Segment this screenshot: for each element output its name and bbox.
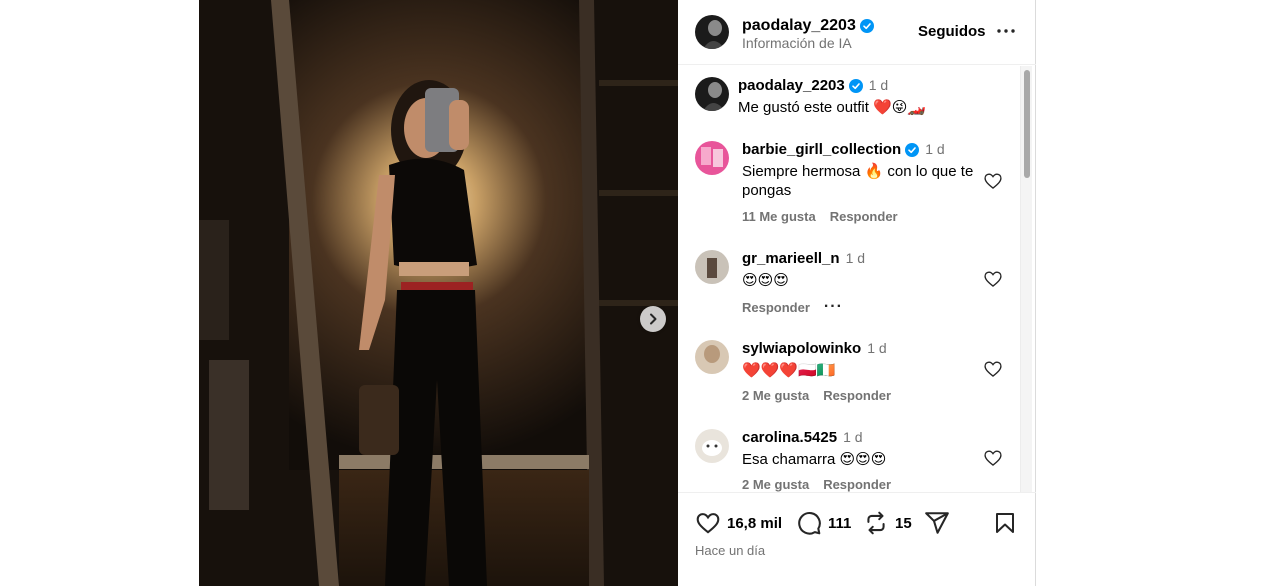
comment-item: gr_marieell_n 1 d 😍😍😍 Responder ··· (678, 250, 1018, 320)
heart-icon[interactable] (983, 448, 1003, 468)
repost-count[interactable]: 15 (895, 515, 912, 532)
share-button[interactable] (924, 510, 950, 536)
verified-badge-icon (848, 78, 863, 93)
share-icon (925, 512, 949, 534)
caption-text: Me gustó este outfit ❤️😜🏎️ (738, 99, 927, 116)
post-photo[interactable] (199, 0, 678, 586)
author-avatar[interactable] (695, 77, 729, 111)
caption-item: paodalay_2203 1 d Me gustó este outfit ❤… (678, 77, 1018, 127)
caption-time: 1 d (868, 77, 889, 93)
commenter-username[interactable]: barbie_girll_collection (742, 141, 920, 158)
reply-button[interactable]: Responder (830, 209, 898, 224)
comment-icon (798, 512, 821, 535)
more-options-icon (997, 29, 1015, 33)
comment-time: 1 d (867, 340, 887, 356)
commenter-avatar[interactable] (695, 340, 729, 374)
like-button[interactable]: 16,8 mil (695, 510, 782, 536)
post-actions-bar: 16,8 mil 111 15 Hace un día (678, 492, 1036, 586)
comment-like-count[interactable]: 2 Me gusta (742, 477, 809, 492)
repost-icon (867, 511, 885, 535)
ai-info-link[interactable]: Información de IA (742, 35, 852, 51)
comment-count[interactable]: 111 (828, 515, 851, 532)
verified-badge-icon (905, 142, 920, 157)
save-button[interactable] (993, 510, 1017, 536)
scrollbar-thumb[interactable] (1024, 70, 1030, 178)
heart-icon[interactable] (983, 359, 1003, 379)
post-viewer: paodalay_2203 Información de IA Seguidos… (0, 0, 1280, 586)
repost-button[interactable]: 15 (863, 510, 912, 536)
reply-button[interactable]: Responder (742, 300, 810, 315)
comment-text: Siempre hermosa 🔥 con lo que te pongas (742, 163, 974, 199)
commenter-avatar[interactable] (695, 250, 729, 284)
heart-icon[interactable] (983, 269, 1003, 289)
commenter-username[interactable]: sylwiapolowinko (742, 340, 861, 357)
more-options-button[interactable] (995, 20, 1017, 42)
author-name-row: paodalay_2203 (742, 17, 874, 35)
bookmark-icon (996, 513, 1014, 533)
next-photo-button[interactable] (640, 306, 666, 332)
verified-badge-icon (859, 19, 874, 33)
caption-username[interactable]: paodalay_2203 (738, 77, 863, 94)
post-detail-panel: paodalay_2203 Información de IA Seguidos… (678, 0, 1036, 586)
comment-item: barbie_girll_collection 1 d Siempre herm… (678, 141, 1018, 231)
comment-item: carolina.5425 1 d Esa chamarra 😍😍😍 2 Me … (678, 429, 1018, 492)
photo-illustration (199, 0, 678, 586)
commenter-avatar[interactable] (695, 141, 729, 175)
chevron-right-icon (650, 313, 657, 325)
right-backdrop (1037, 0, 1280, 586)
comment-time: 1 d (843, 429, 863, 445)
comments-scrollbar[interactable] (1020, 66, 1032, 492)
comment-time: 1 d (925, 141, 945, 157)
like-count[interactable]: 16,8 mil (727, 515, 782, 532)
post-timestamp[interactable]: Hace un día (695, 543, 765, 558)
comment-like-count[interactable]: 2 Me gusta (742, 388, 809, 403)
comment-like-count[interactable]: 11 Me gusta (742, 209, 816, 224)
comment-text: Esa chamarra 😍😍😍 (742, 451, 887, 468)
author-username[interactable]: paodalay_2203 (742, 17, 856, 35)
post-header: paodalay_2203 Información de IA Seguidos (678, 0, 1036, 65)
comment-text: ❤️❤️❤️🇵🇱🇮🇪 (742, 362, 836, 379)
comment-text: 😍😍😍 (742, 272, 789, 289)
author-avatar[interactable] (695, 15, 729, 49)
comments-list[interactable]: paodalay_2203 1 d Me gustó este outfit ❤… (678, 66, 1036, 492)
left-backdrop (0, 0, 199, 586)
comment-more-icon[interactable]: ··· (824, 298, 843, 316)
reply-button[interactable]: Responder (823, 388, 891, 403)
commenter-avatar[interactable] (695, 429, 729, 463)
comment-time: 1 d (845, 250, 866, 266)
commenter-username[interactable]: carolina.5425 (742, 429, 837, 446)
comment-item: sylwiapolowinko 1 d ❤️❤️❤️🇵🇱🇮🇪 2 Me gust… (678, 340, 1018, 410)
comment-button[interactable]: 111 (796, 510, 851, 536)
heart-icon (696, 513, 720, 534)
following-button[interactable]: Seguidos (918, 23, 986, 40)
heart-icon[interactable] (983, 171, 1003, 191)
commenter-username[interactable]: gr_marieell_n (742, 250, 840, 267)
reply-button[interactable]: Responder (823, 477, 891, 492)
